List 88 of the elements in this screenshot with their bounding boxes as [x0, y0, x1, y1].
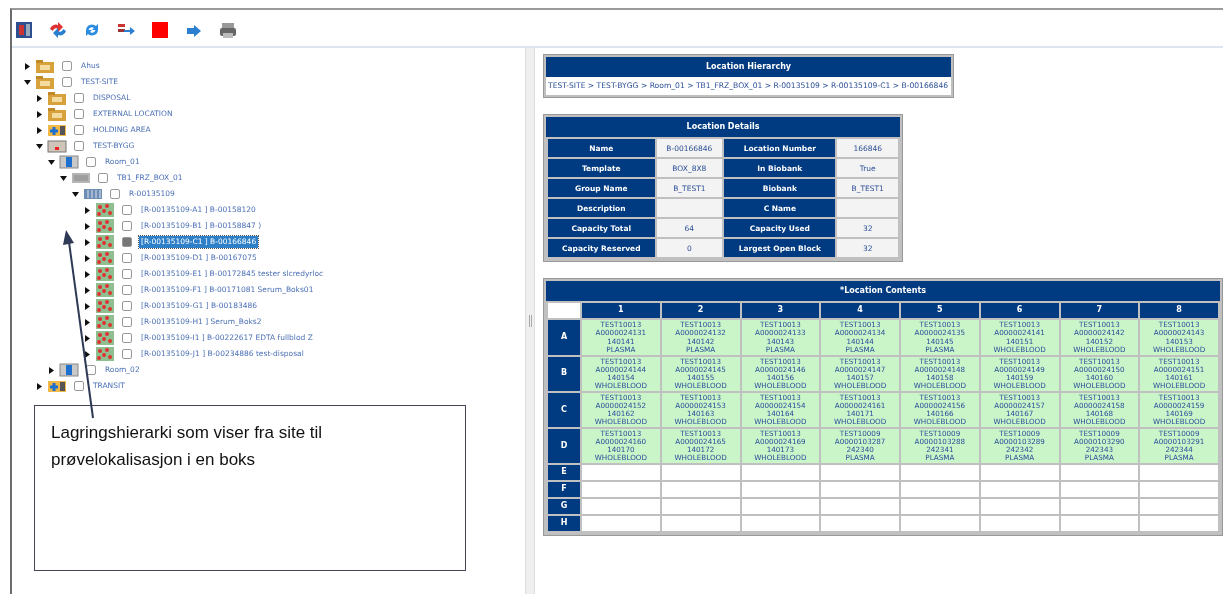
checkbox[interactable] — [74, 381, 84, 391]
column-header: 1 — [582, 303, 660, 319]
checkbox[interactable] — [122, 237, 132, 247]
checkbox[interactable] — [62, 61, 72, 71]
sample-box-icon — [95, 315, 115, 329]
checkbox[interactable] — [74, 125, 84, 135]
checkbox[interactable] — [122, 317, 132, 327]
checkbox[interactable] — [122, 285, 132, 295]
checkbox[interactable] — [122, 301, 132, 311]
expand-toggle[interactable] — [84, 222, 91, 230]
row-header: H — [548, 516, 580, 532]
expand-toggle[interactable] — [84, 302, 91, 310]
checkbox[interactable] — [122, 205, 132, 215]
row-header: A — [548, 320, 580, 355]
expand-toggle[interactable] — [36, 110, 43, 118]
expand-toggle[interactable] — [24, 62, 31, 70]
folder-icon — [47, 107, 67, 121]
sample-box-icon — [95, 299, 115, 313]
freezer-icon — [71, 171, 91, 185]
checkbox[interactable] — [122, 349, 132, 359]
row-header: D — [548, 429, 580, 464]
column-header: 5 — [901, 303, 979, 319]
panel-title: Location Details — [546, 117, 900, 138]
column-header: 7 — [1060, 303, 1139, 319]
expand-toggle[interactable] — [84, 318, 91, 326]
expand-toggle[interactable] — [84, 334, 91, 342]
sample-box-icon — [95, 331, 115, 345]
callout-note: Lagringshierarki som viser fra site til prøvelokalisasjon i en boks — [34, 405, 466, 571]
checkbox[interactable] — [62, 77, 72, 87]
column-header: 3 — [741, 303, 820, 319]
folder-icon — [47, 91, 67, 105]
holding-area-icon — [47, 123, 67, 137]
stop-button[interactable] — [150, 20, 170, 40]
checkbox[interactable] — [110, 189, 120, 199]
collapse-toggle[interactable] — [60, 174, 67, 182]
building-icon — [47, 139, 67, 153]
folder-icon — [35, 59, 55, 73]
collapse-toggle[interactable] — [36, 142, 43, 150]
checkbox[interactable] — [86, 157, 96, 167]
row-header: C — [548, 392, 580, 428]
door-icon — [59, 363, 79, 377]
row-header: G — [548, 499, 580, 515]
checkbox[interactable] — [122, 333, 132, 343]
checkbox[interactable] — [74, 141, 84, 151]
checkbox[interactable] — [74, 109, 84, 119]
checkbox[interactable] — [122, 269, 132, 279]
panel-title: Location Hierarchy — [546, 57, 952, 77]
collapse-toggle[interactable] — [48, 158, 55, 166]
rack-icon — [83, 187, 103, 201]
splitter-grip[interactable] — [528, 315, 532, 327]
collapse-toggle[interactable] — [24, 78, 31, 86]
expand-toggle[interactable] — [84, 270, 91, 278]
column-header: 4 — [821, 303, 899, 319]
expand-toggle[interactable] — [36, 94, 43, 102]
expand-toggle[interactable] — [36, 382, 43, 390]
sample-box-icon — [95, 347, 115, 361]
column-header: 6 — [980, 303, 1059, 319]
checkbox[interactable] — [86, 365, 96, 375]
row-header: F — [548, 482, 580, 498]
checkbox[interactable] — [98, 173, 108, 183]
swap-button[interactable] — [48, 20, 68, 40]
holding-area-icon — [47, 379, 67, 393]
folder-icon — [35, 75, 55, 89]
expand-toggle[interactable] — [84, 206, 91, 214]
sample-box-icon — [95, 219, 115, 233]
sample-box-icon — [95, 235, 115, 249]
row-header: B — [548, 356, 580, 391]
checkbox[interactable] — [122, 253, 132, 263]
row-header: E — [548, 465, 580, 481]
panel-button[interactable] — [14, 20, 34, 40]
sample-box-icon — [95, 251, 115, 265]
sample-box-icon — [95, 283, 115, 297]
expand-toggle[interactable] — [84, 254, 91, 262]
sample-box-icon — [95, 203, 115, 217]
expand-toggle[interactable] — [36, 126, 43, 134]
door-icon — [59, 155, 79, 169]
panel-title: *Location Contents — [546, 281, 1220, 302]
expand-toggle[interactable] — [84, 238, 91, 246]
checkbox[interactable] — [122, 221, 132, 231]
column-header: 8 — [1140, 303, 1218, 319]
sample-box-icon — [95, 267, 115, 281]
column-header: 2 — [661, 303, 740, 319]
expand-toggle[interactable] — [48, 366, 55, 374]
expand-toggle[interactable] — [84, 350, 91, 358]
expand-toggle[interactable] — [84, 286, 91, 294]
collapse-toggle[interactable] — [72, 190, 79, 198]
checkbox[interactable] — [74, 93, 84, 103]
printer-button[interactable] — [218, 20, 238, 40]
